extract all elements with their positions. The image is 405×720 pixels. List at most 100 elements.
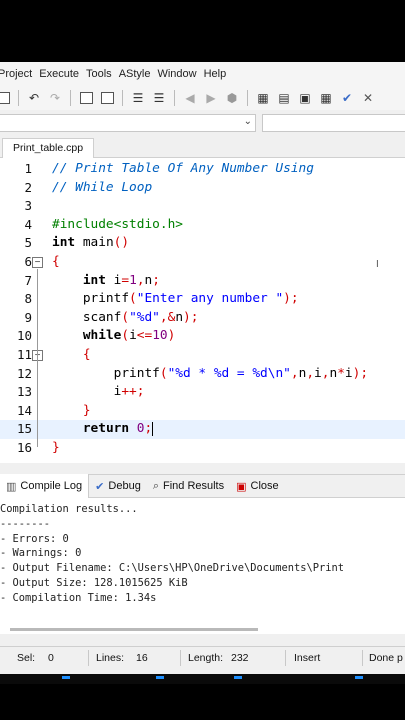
compile-icon[interactable] xyxy=(0,89,12,107)
layout-icon[interactable]: ▤ xyxy=(275,89,293,107)
log-line: - Errors: 0 xyxy=(0,532,69,545)
code-text: #include<stdio.h> xyxy=(52,216,183,232)
log-horizontal-scrollbar[interactable] xyxy=(0,626,405,632)
code-line[interactable]: 16} xyxy=(0,439,405,458)
taskbar-app-icon[interactable] xyxy=(234,676,242,679)
text-caret xyxy=(152,421,154,436)
code-text: // Print Table Of Any Number Using xyxy=(52,161,314,176)
chevron-down-icon: ⌄ xyxy=(243,116,252,127)
window-icon[interactable]: ▣ xyxy=(296,89,314,107)
menu-tools[interactable]: Tools xyxy=(86,68,119,80)
taskbar-app-icon[interactable] xyxy=(62,676,70,679)
code-line[interactable]: 9 scanf("%d",&n); xyxy=(0,309,405,328)
line-number: 12 xyxy=(16,365,32,381)
length-value: 232 xyxy=(231,652,249,664)
class-function-selector-row: ⌄ xyxy=(0,112,405,134)
close-button-label: Close xyxy=(250,480,279,492)
line-number: 8 xyxy=(24,291,32,307)
code-line[interactable]: 14 } xyxy=(0,402,405,421)
tab-debug-label: Debug xyxy=(108,480,141,492)
pencil-check-icon: ✔ xyxy=(95,480,105,493)
status-divider xyxy=(180,650,181,666)
close-icon: ▣ xyxy=(236,480,247,493)
close-all-icon[interactable]: ✕ xyxy=(359,89,377,107)
menu-help[interactable]: Help xyxy=(204,68,234,80)
line-number: 6 xyxy=(24,254,32,269)
menu-project[interactable]: Project xyxy=(0,68,39,80)
code-text: return 0; xyxy=(82,421,154,437)
ide-window: Project Execute Tools AStyle Window Help… xyxy=(0,62,405,674)
insert-mode: Insert xyxy=(294,652,321,664)
code-text: // While Loop xyxy=(52,179,153,195)
line-number: 10 xyxy=(16,328,32,344)
code-text: i++; xyxy=(52,384,145,400)
grid-icon[interactable]: ▦ xyxy=(254,89,272,107)
code-line[interactable]: 6 {− xyxy=(0,253,405,272)
code-line[interactable]: 13 i++; xyxy=(0,383,405,402)
sel-label: Sel: xyxy=(17,652,36,664)
code-line[interactable]: 8 printf("Enter any number "); xyxy=(0,290,405,309)
line-number: 1 xyxy=(24,161,32,176)
status-divider xyxy=(88,650,89,666)
status-bar: Sel: 0 Lines: 16 Length: 232 Insert Done… xyxy=(0,646,405,668)
tile-icon[interactable]: ▦ xyxy=(317,89,335,107)
zoom-in-icon[interactable] xyxy=(77,89,95,107)
taskbar xyxy=(0,674,405,684)
line-number: 16 xyxy=(16,440,32,455)
code-line[interactable]: 5 int main() xyxy=(0,234,405,253)
indent-icon[interactable]: ☰ xyxy=(129,89,147,107)
file-tab[interactable]: Print_table.cpp xyxy=(2,138,95,158)
menu-astyle[interactable]: AStyle xyxy=(119,68,158,80)
forward-icon[interactable]: ▶ xyxy=(202,89,220,107)
line-number: 7 xyxy=(24,272,32,288)
unindent-icon[interactable]: ☰ xyxy=(150,89,168,107)
zoom-out-icon[interactable] xyxy=(98,89,116,107)
code-text: int main() xyxy=(52,235,130,251)
code-line[interactable]: 10 while(i<=10) xyxy=(0,327,405,346)
code-line[interactable]: 2 // While Loop xyxy=(0,179,405,198)
line-number: 9 xyxy=(24,309,32,325)
log-line: - Output Filename: C:\Users\HP\OneDrive\… xyxy=(0,562,345,575)
code-line[interactable]: 3 xyxy=(0,197,405,216)
scrollbar-thumb[interactable] xyxy=(10,628,258,631)
status-divider xyxy=(362,650,363,666)
parse-status: Done p xyxy=(369,652,403,664)
lines-value: 16 xyxy=(136,652,148,664)
check-icon[interactable]: ✔ xyxy=(338,89,356,107)
code-line[interactable]: 7 int i=1,n; xyxy=(0,272,405,291)
code-line[interactable]: 15 return 0; xyxy=(0,420,405,439)
tab-compile-log[interactable]: ▥ Compile Log xyxy=(0,474,90,498)
stop-icon[interactable]: ⬢ xyxy=(223,89,241,107)
code-line[interactable]: 1 // Print Table Of Any Number Using xyxy=(0,160,405,179)
class-selector[interactable]: ⌄ xyxy=(0,114,256,132)
code-text: scanf("%d",&n); xyxy=(52,309,199,325)
undo-icon[interactable]: ↶ xyxy=(25,89,43,107)
code-line[interactable]: 12 printf("%d * %d = %d\n",n,i,n*i); xyxy=(0,365,405,384)
function-selector[interactable] xyxy=(262,114,405,132)
code-line[interactable]: 4 #include<stdio.h> xyxy=(0,216,405,235)
menu-execute[interactable]: Execute xyxy=(39,68,86,80)
code-text: { xyxy=(52,254,60,269)
tab-debug[interactable]: ✔ Debug xyxy=(89,474,147,498)
code-editor[interactable]: I 1// Print Table Of Any Number Using 2//… xyxy=(0,158,405,463)
code-text: } xyxy=(82,402,91,418)
line-number: 4 xyxy=(24,216,32,232)
taskbar-app-icon[interactable] xyxy=(156,676,164,679)
menu-window[interactable]: Window xyxy=(157,68,203,80)
line-number: 2 xyxy=(24,179,32,195)
log-line: Compilation results... xyxy=(0,503,138,515)
fold-toggle-icon[interactable]: − xyxy=(32,257,43,268)
close-button[interactable]: ▣ Close xyxy=(230,474,285,498)
redo-icon[interactable]: ↷ xyxy=(46,89,64,107)
back-icon[interactable]: ◀ xyxy=(181,89,199,107)
line-number: 5 xyxy=(24,235,32,251)
tab-find-results[interactable]: ⌕ Find Results xyxy=(147,474,230,498)
code-line[interactable]: 11 {− xyxy=(0,346,405,365)
sel-value: 0 xyxy=(48,652,54,664)
line-number: 11 xyxy=(16,347,32,362)
taskbar-app-icon[interactable] xyxy=(355,676,363,679)
line-number: 15 xyxy=(16,421,32,437)
code-text: while(i<=10) xyxy=(82,328,176,344)
toolbar-divider xyxy=(122,90,123,106)
code-text: { xyxy=(82,347,91,362)
